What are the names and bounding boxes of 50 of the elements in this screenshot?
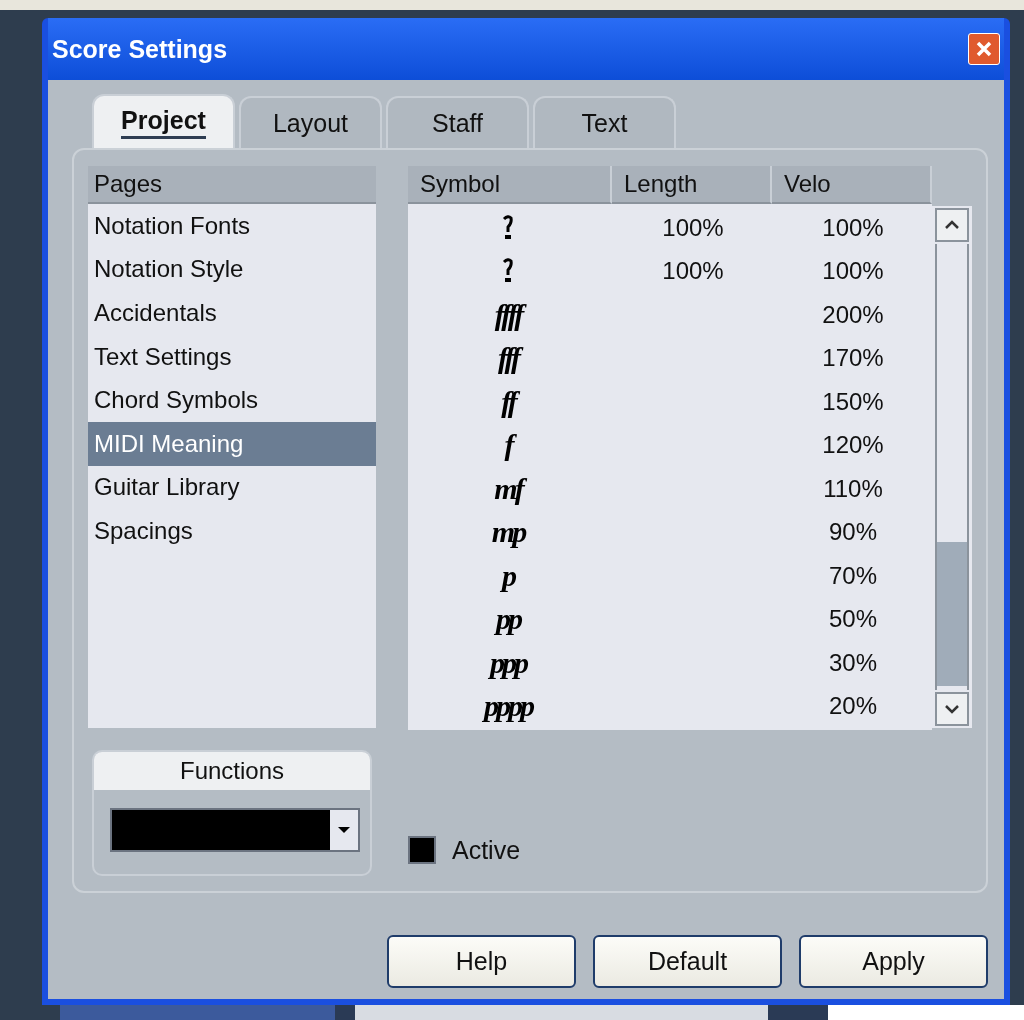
table-cell: 100% xyxy=(822,257,884,285)
list-item[interactable]: Notation Style xyxy=(88,247,376,292)
table-cell: 100% xyxy=(662,257,724,285)
panel-title: Functions xyxy=(94,752,370,790)
dynamic-symbol: p xyxy=(502,558,514,593)
table-cell: 110% xyxy=(823,474,883,502)
dynamic-symbol: pppp xyxy=(484,689,532,724)
list-item[interactable]: Text Settings xyxy=(88,334,376,379)
table-cell: 50% xyxy=(828,605,877,633)
table-cell: 120% xyxy=(822,431,884,459)
column-header[interactable]: Symbol xyxy=(408,166,612,204)
tab[interactable]: Layout xyxy=(239,96,382,148)
caret-icon xyxy=(337,826,351,834)
close-button[interactable] xyxy=(968,33,1000,65)
table-cell: 70% xyxy=(828,561,877,589)
table-cell: 90% xyxy=(828,518,877,546)
list-item[interactable]: Guitar Library xyxy=(88,465,376,510)
table-cell: 30% xyxy=(828,648,877,676)
scroll-thumb[interactable] xyxy=(937,542,967,686)
checkbox-label: Active xyxy=(452,835,521,865)
dynamic-symbol: ppp xyxy=(490,645,526,680)
table-cell: 150% xyxy=(822,387,884,415)
table-cell: 170% xyxy=(822,344,884,372)
dialog-button[interactable]: Help xyxy=(387,935,576,988)
list-item[interactable]: Spacings xyxy=(88,509,376,553)
column-header[interactable]: Velo xyxy=(772,166,932,204)
tab[interactable]: Staff xyxy=(386,96,529,148)
table-cell: 20% xyxy=(828,692,877,720)
list-item[interactable]: Chord Symbols xyxy=(88,378,376,422)
list-item[interactable]: Accidentals xyxy=(88,291,376,335)
column-header[interactable]: Length xyxy=(612,166,772,204)
scrollbar[interactable] xyxy=(932,206,972,728)
close-icon xyxy=(975,40,993,58)
scroll-up-button[interactable] xyxy=(935,208,969,242)
table-cell: 100% xyxy=(662,213,724,241)
column-header: Pages xyxy=(88,166,376,204)
active-checkbox[interactable] xyxy=(408,836,436,864)
dynamic-symbol: pp xyxy=(496,602,520,637)
dynamic-symbol: mp xyxy=(491,515,525,550)
list-item[interactable]: MIDI Meaning xyxy=(88,421,376,466)
tab[interactable]: Project xyxy=(92,94,235,148)
list-item[interactable]: Notation Fonts xyxy=(88,204,376,248)
functions-dropdown[interactable] xyxy=(110,808,360,852)
scroll-down-button[interactable] xyxy=(935,692,969,726)
tab[interactable]: Text xyxy=(533,96,676,148)
window-title: Score Settings xyxy=(52,34,228,64)
dialog-button[interactable]: Default xyxy=(593,935,782,988)
dialog-button[interactable]: Apply xyxy=(799,935,988,988)
table-cell: 100% xyxy=(822,213,884,241)
table-cell: 200% xyxy=(822,300,884,328)
